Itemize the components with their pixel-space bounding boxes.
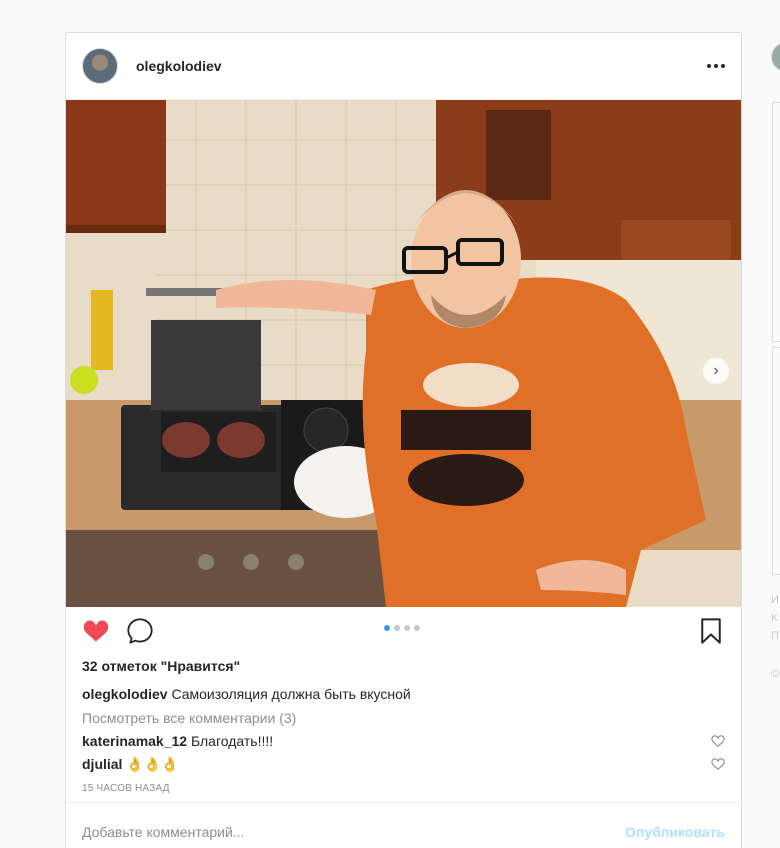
likes-count[interactable]: 32 отметок "Нравится" <box>82 657 725 675</box>
post-timestamp[interactable]: 15 часов назад <box>82 783 725 794</box>
post-username[interactable]: olegkolodiev <box>136 58 222 74</box>
post-card: olegkolodiev › 32 отметок "Нравится" ole… <box>65 32 742 848</box>
caption: olegkolodiev Самоизоляция должна быть вк… <box>82 685 725 703</box>
bookmark-icon[interactable] <box>697 617 725 645</box>
comment-item: katerinamak_12 Благодать!!!! <box>82 732 725 750</box>
sidebar-text-fragment: © <box>771 668 780 680</box>
comment-username[interactable]: katerinamak_12 <box>82 733 187 749</box>
add-comment-section: Опубликовать <box>66 802 741 848</box>
comment-username[interactable]: djulial <box>82 756 122 772</box>
heart-outline-icon[interactable] <box>711 757 725 771</box>
action-bar <box>66 607 741 655</box>
sidebar-text-fragment: П <box>771 630 779 642</box>
comment-item: djulial 👌👌👌 <box>82 755 725 773</box>
post-body: 32 отметок "Нравится" olegkolodiev Самои… <box>66 657 741 794</box>
carousel-dot <box>414 625 420 631</box>
sidebar-text-fragment: И <box>771 594 779 606</box>
avatar[interactable] <box>82 48 118 84</box>
sidebar-panel-secondary <box>772 347 780 575</box>
sidebar-text-fragment: К <box>771 612 778 624</box>
carousel-dot <box>404 625 410 631</box>
carousel-dot <box>394 625 400 631</box>
caption-username[interactable]: olegkolodiev <box>82 686 168 702</box>
sidebar-panel <box>772 102 780 342</box>
heart-icon[interactable] <box>82 617 110 645</box>
comment-input[interactable] <box>82 823 626 840</box>
carousel-dot-active <box>384 625 390 631</box>
heart-outline-icon[interactable] <box>711 734 725 748</box>
post-photo[interactable]: › <box>66 100 741 607</box>
comment-icon[interactable] <box>126 617 154 645</box>
caption-text: Самоизоляция должна быть вкусной <box>171 686 411 702</box>
sidebar-avatar[interactable] <box>771 42 780 72</box>
photo-illustration <box>66 100 741 607</box>
post-header: olegkolodiev <box>66 33 741 100</box>
more-icon[interactable] <box>707 64 725 68</box>
publish-button[interactable]: Опубликовать <box>625 824 725 840</box>
comment-text: Благодать!!!! <box>190 733 274 749</box>
chevron-right-icon[interactable]: › <box>703 358 729 384</box>
comment-text: 👌👌👌 <box>126 756 179 772</box>
view-all-comments-link[interactable]: Посмотреть все комментарии (3) <box>82 709 725 727</box>
carousel-indicator <box>384 625 420 631</box>
